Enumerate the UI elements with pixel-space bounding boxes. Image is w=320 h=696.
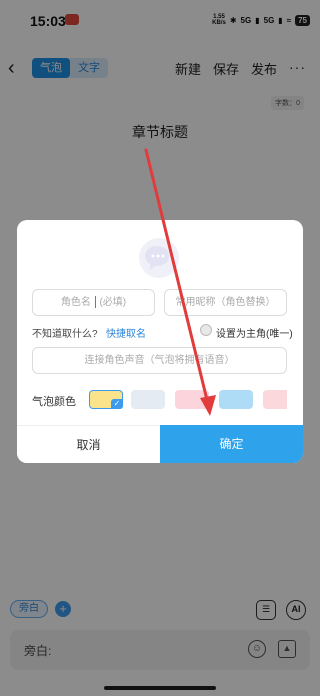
color-swatch-gray[interactable] <box>131 390 165 409</box>
color-swatch-blue[interactable] <box>219 390 253 409</box>
color-swatch-yellow[interactable]: ✓ <box>89 390 123 409</box>
create-role-dialog: 角色名 (必填) 常用昵称（角色替换） 不知道取什么? 快捷取名 设置为主角(唯… <box>17 220 303 463</box>
color-swatch-rose[interactable] <box>263 390 287 409</box>
nickname-input[interactable]: 常用昵称（角色替换） <box>164 289 287 316</box>
protagonist-label[interactable]: 设置为主角(唯一) <box>216 325 293 340</box>
role-name-input[interactable]: 角色名 (必填) <box>32 289 155 316</box>
bubble-color-label: 气泡颜色 <box>32 396 76 408</box>
voice-link-input[interactable]: 连接角色声音（气泡将拥有语音） <box>32 347 287 374</box>
selected-check-icon: ✓ <box>111 399 123 409</box>
quick-name-link[interactable]: 快捷取名 <box>106 325 146 340</box>
avatar-upload[interactable] <box>139 238 179 278</box>
cancel-button[interactable]: 取消 <box>17 425 160 463</box>
naming-hint: 不知道取什么? <box>32 329 98 340</box>
text-cursor <box>94 296 96 309</box>
role-name-placeholder: 角色名 <box>60 297 91 308</box>
color-swatch-pink[interactable] <box>175 390 209 409</box>
protagonist-checkbox[interactable] <box>200 324 212 336</box>
confirm-button[interactable]: 确定 <box>160 425 303 463</box>
role-name-required: (必填) <box>99 297 127 308</box>
bubble-avatar-icon <box>145 246 169 270</box>
